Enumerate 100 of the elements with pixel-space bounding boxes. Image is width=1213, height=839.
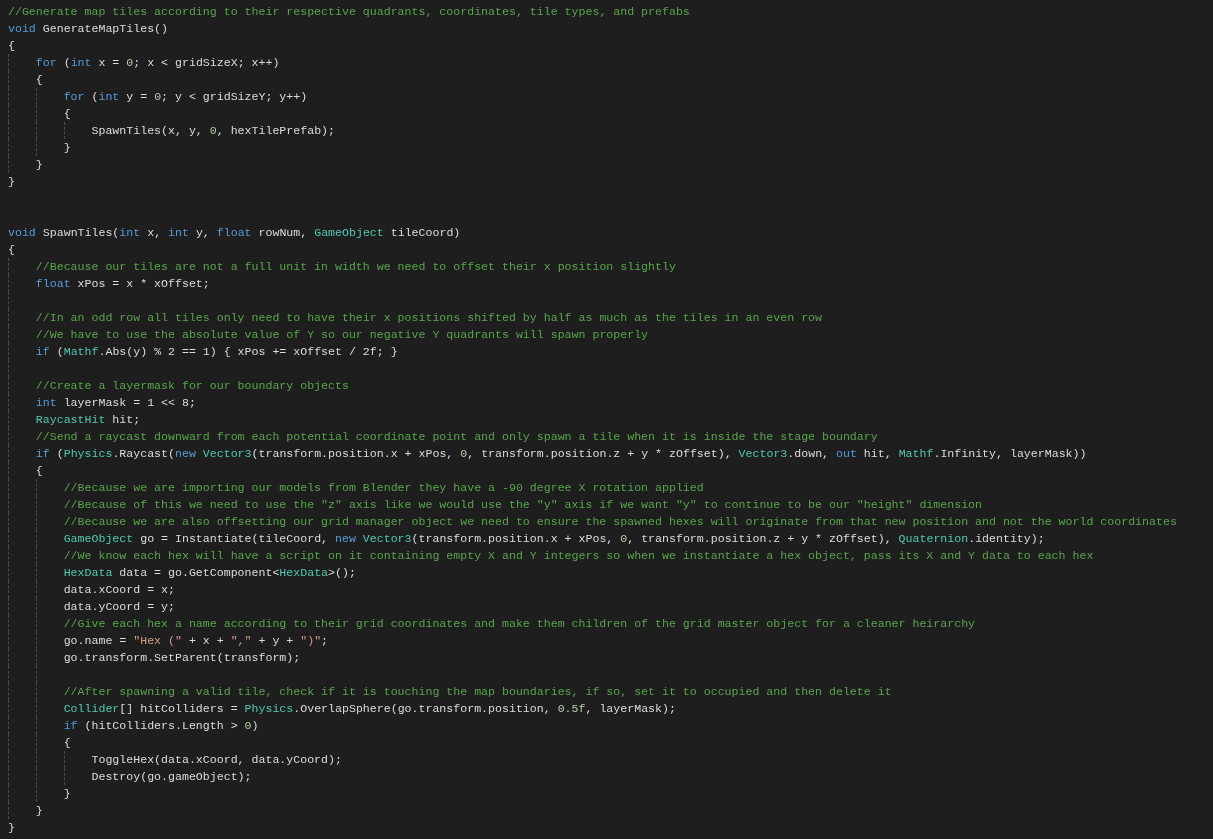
code-text: { <box>35 464 43 477</box>
code-text: } <box>63 787 71 800</box>
type-name: GameObject <box>314 226 384 239</box>
code-text: layerMask = 1 << 8; <box>62 396 196 409</box>
code-text: , layerMask); <box>585 702 676 715</box>
code-text: SpawnTiles( <box>41 226 120 239</box>
code-text: >(); <box>328 566 356 579</box>
code-text: GenerateMapTiles() <box>41 22 169 35</box>
code-text: .Abs(y) % 2 == 1) { xPos += xOffset / 2f; } <box>98 345 398 358</box>
keyword: for <box>63 90 85 103</box>
code-comment: //Give each hex a name according to their grid coordinates and make them children of the grid master object for a cleaner heirarchy <box>63 617 976 630</box>
keyword: float <box>35 277 71 290</box>
code-text: go = Instantiate(tileCoord, <box>139 532 330 545</box>
code-text: ; y < gridSizeY; y++) <box>161 90 308 103</box>
type-name: Mathf <box>63 345 99 358</box>
string-literal: "," <box>230 634 252 647</box>
keyword: int <box>119 226 141 239</box>
code-text: [] hitColliders = <box>119 702 239 715</box>
code-text: SpawnTiles(x, y, <box>91 124 204 137</box>
keyword: if <box>63 719 78 732</box>
code-text: x, <box>146 226 163 239</box>
code-text: data.xCoord = x; <box>63 583 175 596</box>
code-text: go.name = <box>63 634 128 647</box>
keyword: for <box>35 56 57 69</box>
code-text: .Raycast( <box>112 447 175 460</box>
keyword: void <box>8 226 36 239</box>
code-comment: //We know each hex will have a script on it containing empty X and Y integers so when we instantiate a hex object, pass its X and Y data to each hex <box>63 549 1094 562</box>
code-text: go.transform.SetParent(transform); <box>63 651 301 664</box>
code-text: , transform.position.z + y * zOffset), <box>627 532 893 545</box>
code-text: { <box>8 39 15 52</box>
code-comment: //Because we are also offsetting our grid manager object we need to ensure the spawned hexes will originate from that new position and not the world coordinates <box>63 515 1177 528</box>
code-text: , hexTilePrefab); <box>216 124 335 137</box>
code-text: { <box>35 73 43 86</box>
code-text: ( <box>55 447 64 460</box>
code-text: .identity); <box>968 532 1045 545</box>
type-name: Mathf <box>898 447 934 460</box>
code-comment: //We have to use the absolute value of Y so our negative Y quadrants will spawn properly <box>35 328 649 341</box>
type-name: GameObject <box>63 532 134 545</box>
code-text: ; <box>321 634 329 647</box>
code-text: } <box>8 175 15 188</box>
number-literal: 0 <box>620 532 628 545</box>
keyword: void <box>8 22 36 35</box>
string-literal: ")" <box>300 634 322 647</box>
type-name: Vector3 <box>738 447 788 460</box>
code-text: Destroy(go.gameObject); <box>91 770 252 783</box>
code-comment: //Because we are importing our models from Blender they have a -90 degree X rotation applied <box>63 481 704 494</box>
code-comment: //Send a raycast downward from each potential coordinate point and only spawn a tile when it is inside the stage boundary <box>35 430 878 443</box>
code-text: hit; <box>111 413 141 426</box>
code-text: data.yCoord = y; <box>63 600 175 613</box>
code-text: } <box>8 821 15 834</box>
keyword: if <box>35 447 50 460</box>
code-text: (transform.position.x + xPos, <box>251 447 455 460</box>
code-text: , transform.position.z + y * zOffset), <box>467 447 733 460</box>
code-text: .down, <box>787 447 831 460</box>
keyword: if <box>35 345 50 358</box>
keyword: float <box>216 226 252 239</box>
number-literal: 0.5f <box>557 702 586 715</box>
type-name: HexData <box>279 566 329 579</box>
code-text: .OverlapSphere(go.transform.position, <box>293 702 552 715</box>
keyword: new <box>335 532 356 545</box>
type-name: HexData <box>63 566 113 579</box>
code-text: } <box>35 158 43 171</box>
code-text: rowNum, <box>257 226 309 239</box>
code-text: + x + <box>187 634 225 647</box>
code-text: ( <box>62 56 71 69</box>
type-name: Vector3 <box>361 532 412 545</box>
keyword: int <box>168 226 189 239</box>
type-name: Physics <box>244 702 294 715</box>
number-literal: 0 <box>244 719 252 732</box>
type-name: RaycastHit <box>35 413 106 426</box>
code-comment: //Because our tiles are not a full unit in width we need to offset their x position slightly <box>35 260 676 273</box>
type-name: Physics <box>63 447 113 460</box>
code-comment: //Because of this we need to use the "z" axis like we would use the "y" axis if we want "y" to continue to be our "height" dimension <box>63 498 983 511</box>
code-text: y, <box>194 226 211 239</box>
code-text: { <box>63 736 71 749</box>
code-text: ; x < gridSizeX; x++) <box>133 56 280 69</box>
code-text: { <box>8 243 15 256</box>
keyword: out <box>836 447 857 460</box>
code-text: hit, <box>862 447 893 460</box>
number-literal: 0 <box>154 90 162 103</box>
keyword: new <box>175 447 196 460</box>
code-text: { <box>63 107 71 120</box>
code-text: data = go.GetComponent< <box>118 566 280 579</box>
code-comment: //After spawning a valid tile, check if it is touching the map boundaries, if so, set it to occupied and then delete it <box>63 685 892 698</box>
code-text: } <box>35 804 43 817</box>
type-name: Collider <box>63 702 120 715</box>
code-text: ( <box>90 90 99 103</box>
code-text: ( <box>55 345 64 358</box>
number-literal: 0 <box>209 124 217 137</box>
number-literal: 0 <box>126 56 134 69</box>
keyword: int <box>35 396 57 409</box>
code-text: .Infinity, layerMask)) <box>933 447 1087 460</box>
code-text: ToggleHex(data.xCoord, data.yCoord); <box>91 753 342 766</box>
code-text: xPos = x * xOffset; <box>76 277 210 290</box>
keyword: int <box>70 56 92 69</box>
code-text: y = <box>125 90 149 103</box>
code-text: + y + <box>257 634 295 647</box>
keyword: int <box>98 90 120 103</box>
string-literal: "Hex (" <box>133 634 182 647</box>
type-name: Quaternion <box>898 532 969 545</box>
